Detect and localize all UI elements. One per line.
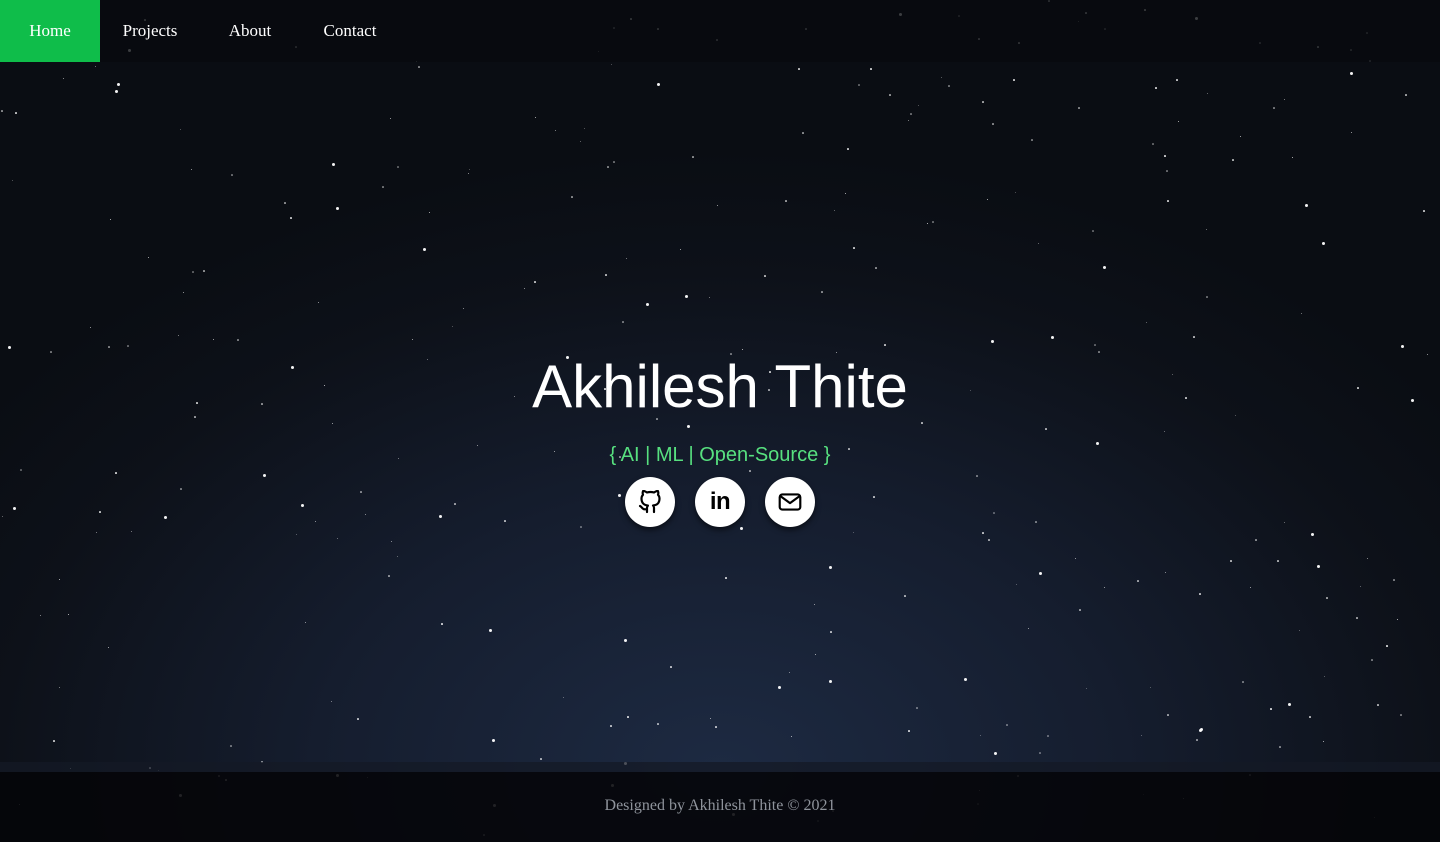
hero-tagline: { AI | ML | Open-Source } bbox=[609, 444, 831, 466]
nav-contact-link[interactable]: Contact bbox=[300, 0, 400, 62]
github-icon bbox=[638, 490, 662, 514]
linkedin-button[interactable]: in bbox=[695, 477, 745, 527]
nav-about-link[interactable]: About bbox=[200, 0, 300, 62]
footer-credit: Designed by Akhilesh Thite © 2021 bbox=[604, 797, 836, 814]
footer: Designed by Akhilesh Thite © 2021 bbox=[0, 772, 1440, 842]
nav-projects-link[interactable]: Projects bbox=[100, 0, 200, 62]
mail-icon bbox=[777, 489, 803, 515]
github-button[interactable] bbox=[625, 477, 675, 527]
hero-title: Akhilesh Thite bbox=[532, 353, 908, 420]
email-button[interactable] bbox=[765, 477, 815, 527]
hero-section: Akhilesh Thite { AI | ML | Open-Source }… bbox=[0, 62, 1440, 762]
linkedin-icon: in bbox=[709, 488, 731, 515]
nav-home-link[interactable]: Home bbox=[0, 0, 100, 62]
footer-divider bbox=[0, 762, 1440, 772]
top-navbar: Home Projects About Contact bbox=[0, 0, 1440, 62]
social-links: in bbox=[0, 477, 1440, 527]
